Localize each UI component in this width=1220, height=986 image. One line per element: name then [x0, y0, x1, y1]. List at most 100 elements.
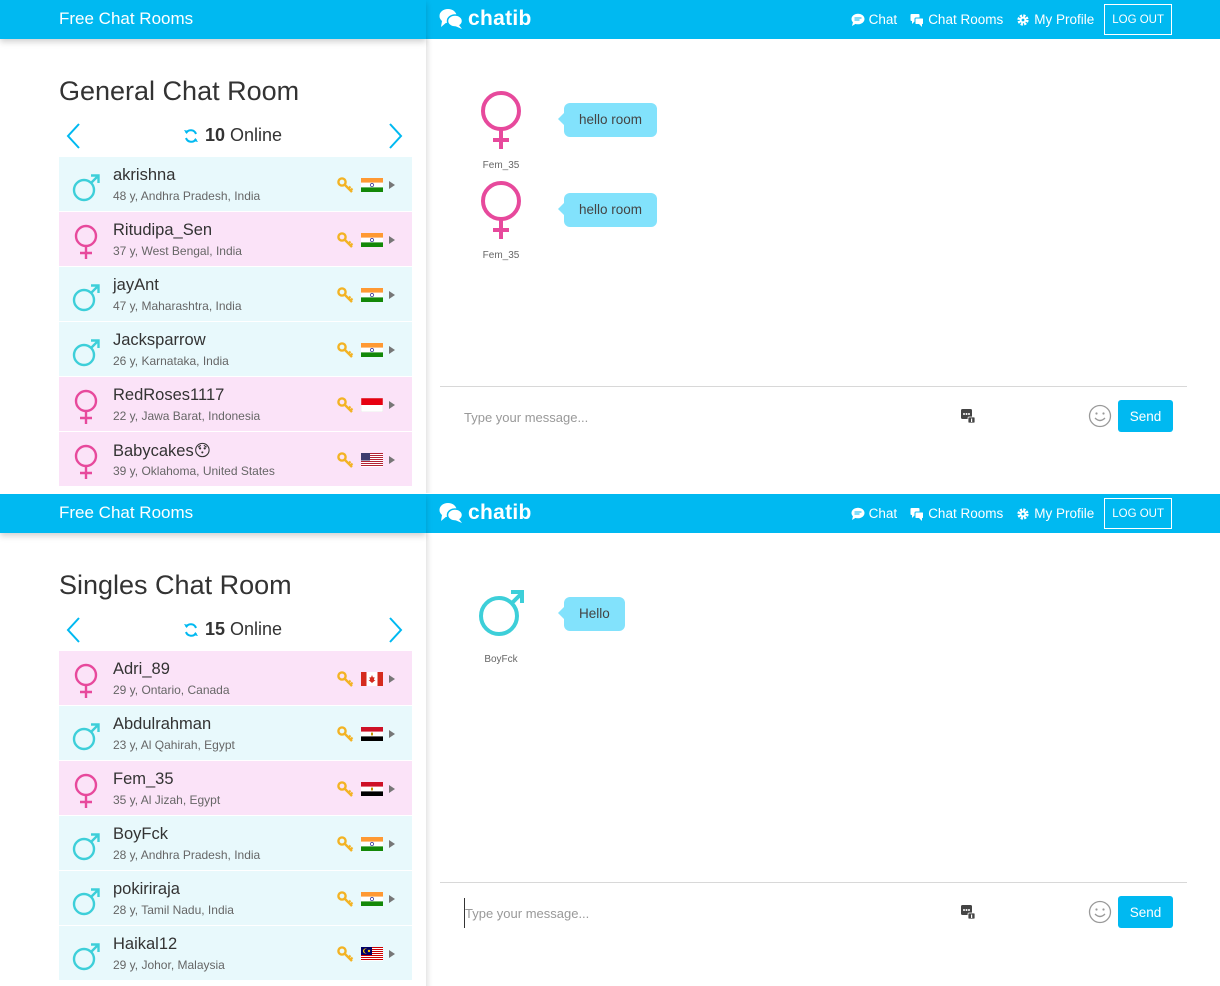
female-gender-icon [74, 389, 98, 424]
send-button[interactable]: Send [1118, 400, 1173, 432]
nav-chat-rooms[interactable]: Chat Rooms [910, 506, 1003, 521]
key-icon[interactable] [337, 232, 354, 248]
site-title[interactable]: Free Chat Rooms [59, 503, 193, 523]
expand-arrow-icon[interactable] [389, 950, 395, 958]
next-room-arrow[interactable] [385, 122, 405, 150]
female-avatar-icon[interactable] [478, 90, 524, 150]
message-bubble: hello room [557, 103, 658, 137]
india-flag-icon [361, 837, 383, 851]
key-icon[interactable] [337, 836, 354, 852]
online-counter[interactable]: 15 Online [183, 619, 282, 640]
key-icon[interactable] [337, 397, 354, 413]
message-username[interactable]: Fem_35 [478, 250, 524, 261]
message-input[interactable] [450, 402, 930, 432]
chevron-left-icon [66, 617, 80, 643]
emoji-icon[interactable] [1088, 900, 1112, 924]
user-info: 37 y, West Bengal, India [113, 244, 242, 258]
brand-logo[interactable]: chatib [439, 498, 532, 528]
emoji-icon[interactable] [1088, 404, 1112, 428]
user-list-item[interactable]: Babycakes😯 39 y, Oklahoma, United States [59, 432, 412, 487]
brand-logo[interactable]: chatib [439, 4, 532, 34]
room-title: Singles Chat Room [59, 570, 292, 600]
nav-chat[interactable]: Chat [851, 12, 897, 27]
expand-arrow-icon[interactable] [389, 181, 395, 189]
message-username[interactable]: BoyFck [478, 654, 524, 665]
prev-room-arrow[interactable] [64, 616, 84, 644]
key-icon[interactable] [337, 287, 354, 303]
key-icon[interactable] [337, 177, 354, 193]
user-name: Fem_35 [113, 770, 174, 788]
user-list-item[interactable]: RedRoses1117 22 y, Jawa Barat, Indonesia [59, 377, 412, 432]
malaysia-flag-icon [361, 947, 383, 961]
sidebar-header: Free Chat Rooms [0, 0, 426, 39]
user-list-item[interactable]: pokiriraja 28 y, Tamil Nadu, India [59, 871, 412, 926]
key-icon[interactable] [337, 946, 354, 962]
expand-arrow-icon[interactable] [389, 456, 395, 464]
user-list-item[interactable]: Ritudipa_Sen 37 y, West Bengal, India [59, 212, 412, 267]
nav-chat-rooms-label: Chat Rooms [928, 506, 1004, 521]
private-message-icon[interactable] [960, 904, 976, 920]
user-name: Haikal12 [113, 935, 178, 953]
user-list-item[interactable]: Jacksparrow 26 y, Karnataka, India [59, 322, 412, 377]
send-button[interactable]: Send [1118, 896, 1173, 928]
expand-arrow-icon[interactable] [389, 346, 395, 354]
online-counter[interactable]: 10 Online [183, 125, 282, 146]
nav-my-profile[interactable]: My Profile [1016, 506, 1094, 521]
user-list-item[interactable]: Fem_35 35 y, Al Jizah, Egypt [59, 761, 412, 816]
message-input[interactable] [464, 898, 944, 928]
user-list-item[interactable]: Abdulrahman 23 y, Al Qahirah, Egypt [59, 706, 412, 761]
brand-name: chatib [468, 7, 532, 30]
user-list-item[interactable]: BoyFck 28 y, Andhra Pradesh, India [59, 816, 412, 871]
logout-button[interactable]: LOG OUT [1104, 4, 1172, 35]
chat-rooms-icon [910, 13, 925, 27]
chevron-right-icon [389, 617, 403, 643]
expand-arrow-icon[interactable] [389, 291, 395, 299]
user-info: 23 y, Al Qahirah, Egypt [113, 738, 235, 752]
expand-arrow-icon[interactable] [389, 236, 395, 244]
user-list-item[interactable]: jayAnt 47 y, Maharashtra, India [59, 267, 412, 322]
nav-chat[interactable]: Chat [851, 506, 898, 521]
logout-button[interactable]: LOG OUT [1104, 498, 1172, 529]
composer-divider [440, 386, 1187, 387]
sidebar: Singles Chat Room 15 Online Adri_89 29 y… [0, 533, 426, 986]
user-list: akrishna 48 y, Andhra Pradesh, India Rit… [59, 157, 412, 487]
chat-rooms-icon [910, 507, 925, 521]
private-message-icon[interactable] [960, 408, 976, 424]
nav-chat-label: Chat [868, 506, 898, 521]
user-list-item[interactable]: akrishna 48 y, Andhra Pradesh, India [59, 157, 412, 212]
key-icon[interactable] [337, 891, 354, 907]
key-icon[interactable] [337, 452, 354, 468]
nav-chat-rooms[interactable]: Chat Rooms [910, 12, 1003, 27]
expand-arrow-icon[interactable] [389, 895, 395, 903]
female-avatar-icon[interactable] [478, 180, 524, 240]
chat-messages: BoyFck Hello [440, 533, 1187, 880]
user-list-item[interactable]: Haikal12 29 y, Johor, Malaysia [59, 926, 412, 981]
message-username[interactable]: Fem_35 [478, 160, 524, 171]
chevron-right-icon [389, 123, 403, 149]
key-icon[interactable] [337, 342, 354, 358]
expand-arrow-icon[interactable] [389, 730, 395, 738]
user-list-item[interactable]: Adri_89 29 y, Ontario, Canada [59, 651, 412, 706]
expand-arrow-icon[interactable] [389, 675, 395, 683]
chat-message: BoyFck Hello [478, 584, 778, 669]
key-icon[interactable] [337, 781, 354, 797]
female-gender-icon [74, 444, 98, 479]
key-icon[interactable] [337, 726, 354, 742]
site-title[interactable]: Free Chat Rooms [59, 9, 193, 29]
usa-flag-icon [361, 453, 383, 467]
male-gender-icon [72, 174, 100, 202]
nav-my-profile[interactable]: My Profile [1016, 12, 1094, 27]
india-flag-icon [361, 288, 383, 302]
next-room-arrow[interactable] [385, 616, 405, 644]
expand-arrow-icon[interactable] [389, 401, 395, 409]
user-name: Abdulrahman [113, 715, 212, 733]
expand-arrow-icon[interactable] [389, 840, 395, 848]
user-info: 35 y, Al Jizah, Egypt [113, 793, 221, 807]
expand-arrow-icon[interactable] [389, 785, 395, 793]
male-avatar-icon[interactable] [478, 584, 524, 644]
room-title: General Chat Room [59, 76, 300, 106]
key-icon[interactable] [337, 671, 354, 687]
india-flag-icon [361, 892, 383, 906]
user-info: 39 y, Oklahoma, United States [113, 464, 275, 478]
prev-room-arrow[interactable] [64, 122, 84, 150]
